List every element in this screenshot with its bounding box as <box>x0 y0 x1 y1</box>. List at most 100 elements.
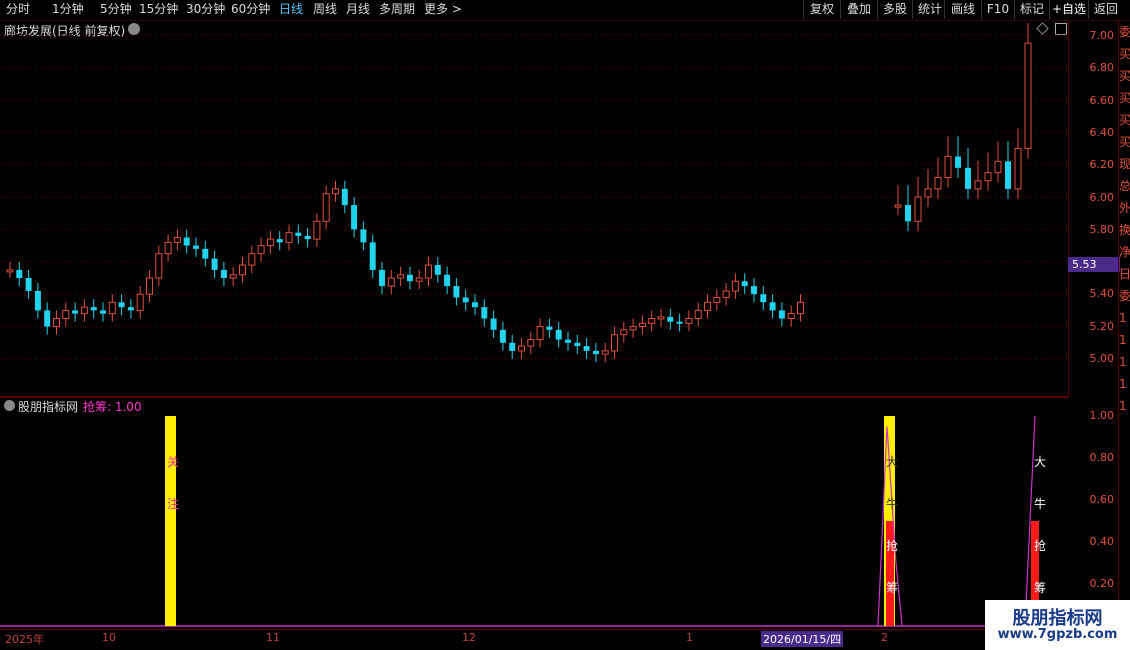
candle-body <box>685 318 693 324</box>
period-tab-weekly[interactable]: 周线 <box>313 1 337 18</box>
period-tab-timeshare[interactable]: 分时 <box>6 1 30 18</box>
candle-body <box>16 269 23 278</box>
period-tab-5min[interactable]: 5分钟 <box>100 1 132 18</box>
sidebar-char: 现 <box>1119 157 1130 171</box>
crosshair-date-label: 2026/01/15/四 <box>761 631 844 647</box>
candle-body <box>322 193 330 222</box>
candle-body <box>44 310 51 327</box>
candle-body <box>1014 147 1022 190</box>
candle-body <box>90 307 97 311</box>
candle-body <box>397 274 405 279</box>
sidebar-char: 换 <box>1119 223 1130 237</box>
candle-body <box>601 350 609 355</box>
candle-body <box>965 167 971 189</box>
candle-body <box>295 232 302 236</box>
price-tick: 6.80 <box>1089 61 1115 74</box>
period-tab-60min[interactable]: 60分钟 <box>231 1 270 18</box>
date-label: 2 <box>881 631 888 644</box>
period-tab-30min[interactable]: 30分钟 <box>186 1 225 18</box>
price-tick: 7.00 <box>1089 29 1115 42</box>
candle-body <box>415 277 423 282</box>
candle-body <box>536 326 544 341</box>
candle-body <box>183 237 190 246</box>
candle-body <box>518 345 525 352</box>
indicator-axis: 1.00 0.80 0.60 0.40 0.20 <box>1068 398 1118 628</box>
candle-body <box>332 188 339 195</box>
date-label: 11 <box>266 631 280 644</box>
add-watchlist-button[interactable]: +自选 <box>1049 0 1088 19</box>
candle-body <box>629 326 637 331</box>
candle-body <box>80 306 88 315</box>
price-axis: 7.00 6.80 6.60 6.40 6.20 6.00 5.80 5.40 … <box>1068 21 1118 396</box>
candle-body <box>760 294 767 303</box>
watermark-url: www.7gpzb.com <box>997 627 1118 642</box>
candle-body <box>155 253 163 279</box>
candle-body <box>313 220 321 240</box>
sidebar-char: 日 <box>1119 267 1130 281</box>
candle-body <box>304 235 311 240</box>
period-tab-more[interactable]: 更多 > <box>424 1 462 18</box>
candle-body <box>118 302 125 308</box>
period-tab-daily[interactable]: 日线 <box>279 1 303 18</box>
sidebar-char: 买 <box>1119 47 1130 61</box>
candle-body <box>164 241 172 255</box>
indicator-tick: 0.80 <box>1089 451 1115 464</box>
candle-body <box>713 296 721 303</box>
candle-body <box>583 346 590 351</box>
candle-body <box>592 350 599 355</box>
candle-body <box>136 293 144 311</box>
indicator-chart <box>0 415 1068 627</box>
top-toolbar: 分时 1分钟 5分钟 15分钟 30分钟 60分钟 日线 周线 月线 多周期 更… <box>0 0 1130 21</box>
candle-body <box>955 156 961 168</box>
candle-body <box>72 310 79 314</box>
candle-body <box>648 318 656 324</box>
draw-button[interactable]: 画线 <box>944 0 981 19</box>
candle-body <box>546 326 553 330</box>
candle-body <box>694 309 702 319</box>
candle-body <box>406 274 413 282</box>
price-tick: 6.60 <box>1089 94 1115 107</box>
price-tick: 5.20 <box>1089 320 1115 333</box>
period-tab-monthly[interactable]: 月线 <box>346 1 370 18</box>
price-tick: 6.20 <box>1089 158 1115 171</box>
candle-body <box>276 239 283 243</box>
f10-button[interactable]: F10 <box>981 0 1014 19</box>
signal-bar <box>165 416 176 626</box>
candle-body <box>914 196 922 222</box>
candle-body <box>741 281 748 287</box>
candle-body <box>202 248 209 259</box>
sidebar-char: 1 <box>1119 333 1127 347</box>
period-tab-1min[interactable]: 1分钟 <box>52 1 84 18</box>
mark-button[interactable]: 标记 <box>1014 0 1049 19</box>
sidebar-char: 1 <box>1119 399 1127 413</box>
candle-body <box>62 309 70 319</box>
period-tab-15min[interactable]: 15分钟 <box>139 1 178 18</box>
sidebar-char: 买 <box>1119 91 1130 105</box>
candle-body <box>731 280 739 292</box>
candle-body <box>1024 42 1032 149</box>
candle-body <box>239 264 246 276</box>
candle-body <box>769 302 776 311</box>
candle-body <box>211 258 218 270</box>
candle-body <box>341 188 348 206</box>
price-tick: 5.00 <box>1089 352 1115 365</box>
multi-stock-button[interactable]: 多股 <box>877 0 912 19</box>
candle-body <box>555 329 562 340</box>
sidebar-char: 1 <box>1119 355 1127 369</box>
watermark-logo: 股朋指标网 www.7gpzb.com <box>985 600 1130 650</box>
sidebar-char: 买 <box>1119 69 1130 83</box>
candle-body <box>369 242 376 270</box>
overlay-button[interactable]: 叠加 <box>840 0 877 19</box>
adjust-button[interactable]: 复权 <box>803 0 840 19</box>
price-tick: 5.80 <box>1089 223 1115 236</box>
candle-body <box>34 290 41 311</box>
candle-body <box>638 322 646 328</box>
candle-body <box>974 180 982 190</box>
period-tab-multi[interactable]: 多周期 <box>379 1 415 18</box>
back-button[interactable]: 返回 <box>1088 0 1123 19</box>
date-label: 2025年 <box>5 633 44 646</box>
candle-body <box>220 269 227 278</box>
stats-button[interactable]: 统计 <box>912 0 947 19</box>
date-label: 10 <box>102 631 116 644</box>
candle-body <box>434 265 441 275</box>
